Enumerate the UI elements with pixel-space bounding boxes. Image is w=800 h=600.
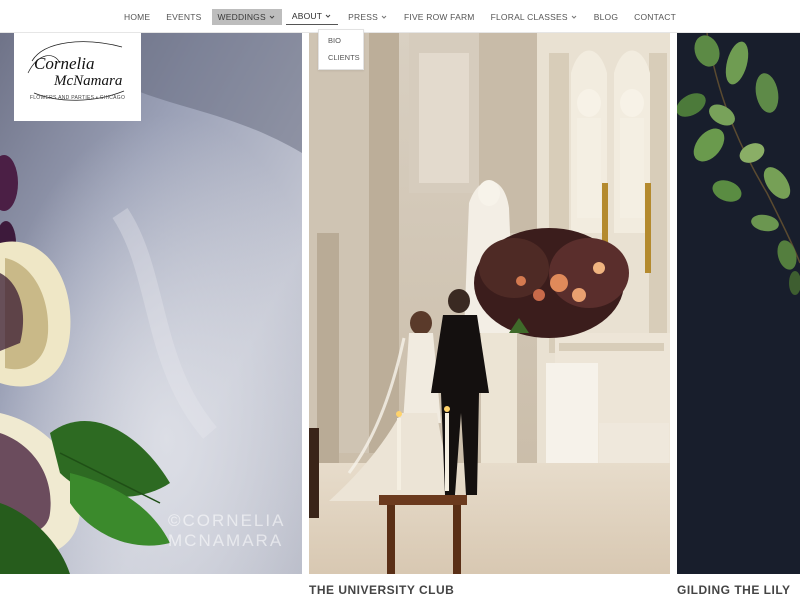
nav-item-label: ABOUT	[291, 11, 323, 21]
nav-item-about[interactable]: ABOUT	[285, 9, 339, 25]
logo-line1: Cornelia	[34, 54, 94, 73]
chevron-down-icon	[324, 12, 332, 20]
nav-item-label: PRESS	[348, 11, 378, 22]
nav-item-weddings[interactable]: WEDDINGS	[211, 8, 282, 25]
nav-item-press[interactable]: PRESS	[342, 9, 394, 25]
nav-item-home[interactable]: HOME	[118, 9, 156, 25]
nav-item-label: HOME	[123, 11, 151, 22]
logo-line2: McNamara	[53, 73, 122, 89]
logo-tagline: FLOWERS AND PARTIES • CHICAGO	[29, 95, 126, 101]
chevron-down-icon	[268, 13, 276, 21]
chevron-down-icon	[380, 13, 388, 21]
nav-item-blog[interactable]: BLOG	[588, 9, 624, 25]
dropdown-item-clients[interactable]: CLIENTS	[319, 49, 363, 66]
about-dropdown-menu: BIO CLIENTS	[318, 29, 364, 70]
nav-item-five-row-farm[interactable]: FIVE ROW FARM	[398, 9, 481, 25]
top-bar: HOME EVENTS WEDDINGS ABOUT PRESS FIVE RO…	[0, 0, 800, 33]
caption-university-club[interactable]: THE UNIVERSITY CLUB	[309, 583, 454, 597]
nav-item-label: WEDDINGS	[217, 11, 266, 22]
logo-script: Cornelia McNamara	[27, 41, 125, 101]
caption-gilding-the-lily[interactable]: GILDING THE LILY	[677, 583, 791, 597]
site-logo[interactable]: Cornelia McNamara FLOWERS AND PARTIES • …	[14, 33, 141, 121]
nav-item-label: FIVE ROW FARM	[403, 11, 475, 22]
nav-item-label: BLOG	[593, 11, 619, 22]
nav-item-label: EVENTS	[166, 11, 202, 22]
watermark-line: ©CORNELIA	[168, 511, 286, 530]
wedding-chapel-photo	[309, 33, 670, 574]
dropdown-item-bio[interactable]: BIO	[319, 32, 363, 49]
nav-item-floral-classes[interactable]: FLORAL CLASSES	[485, 9, 584, 25]
gallery-image-university-club[interactable]	[309, 33, 670, 574]
chevron-down-icon	[570, 13, 578, 21]
watermark-text: ©CORNELIA MCNAMARA	[168, 511, 285, 551]
foliage-photo	[677, 33, 800, 574]
gallery-image-gilding-the-lily[interactable]	[677, 33, 800, 574]
nav-item-label: CONTACT	[634, 11, 677, 22]
watermark-line: MCNAMARA	[168, 531, 284, 550]
nav-item-events[interactable]: EVENTS	[160, 9, 207, 25]
main-nav: HOME EVENTS WEDDINGS ABOUT PRESS FIVE RO…	[0, 0, 800, 33]
nav-item-label: FLORAL CLASSES	[490, 11, 568, 22]
nav-item-contact[interactable]: CONTACT	[628, 9, 682, 25]
